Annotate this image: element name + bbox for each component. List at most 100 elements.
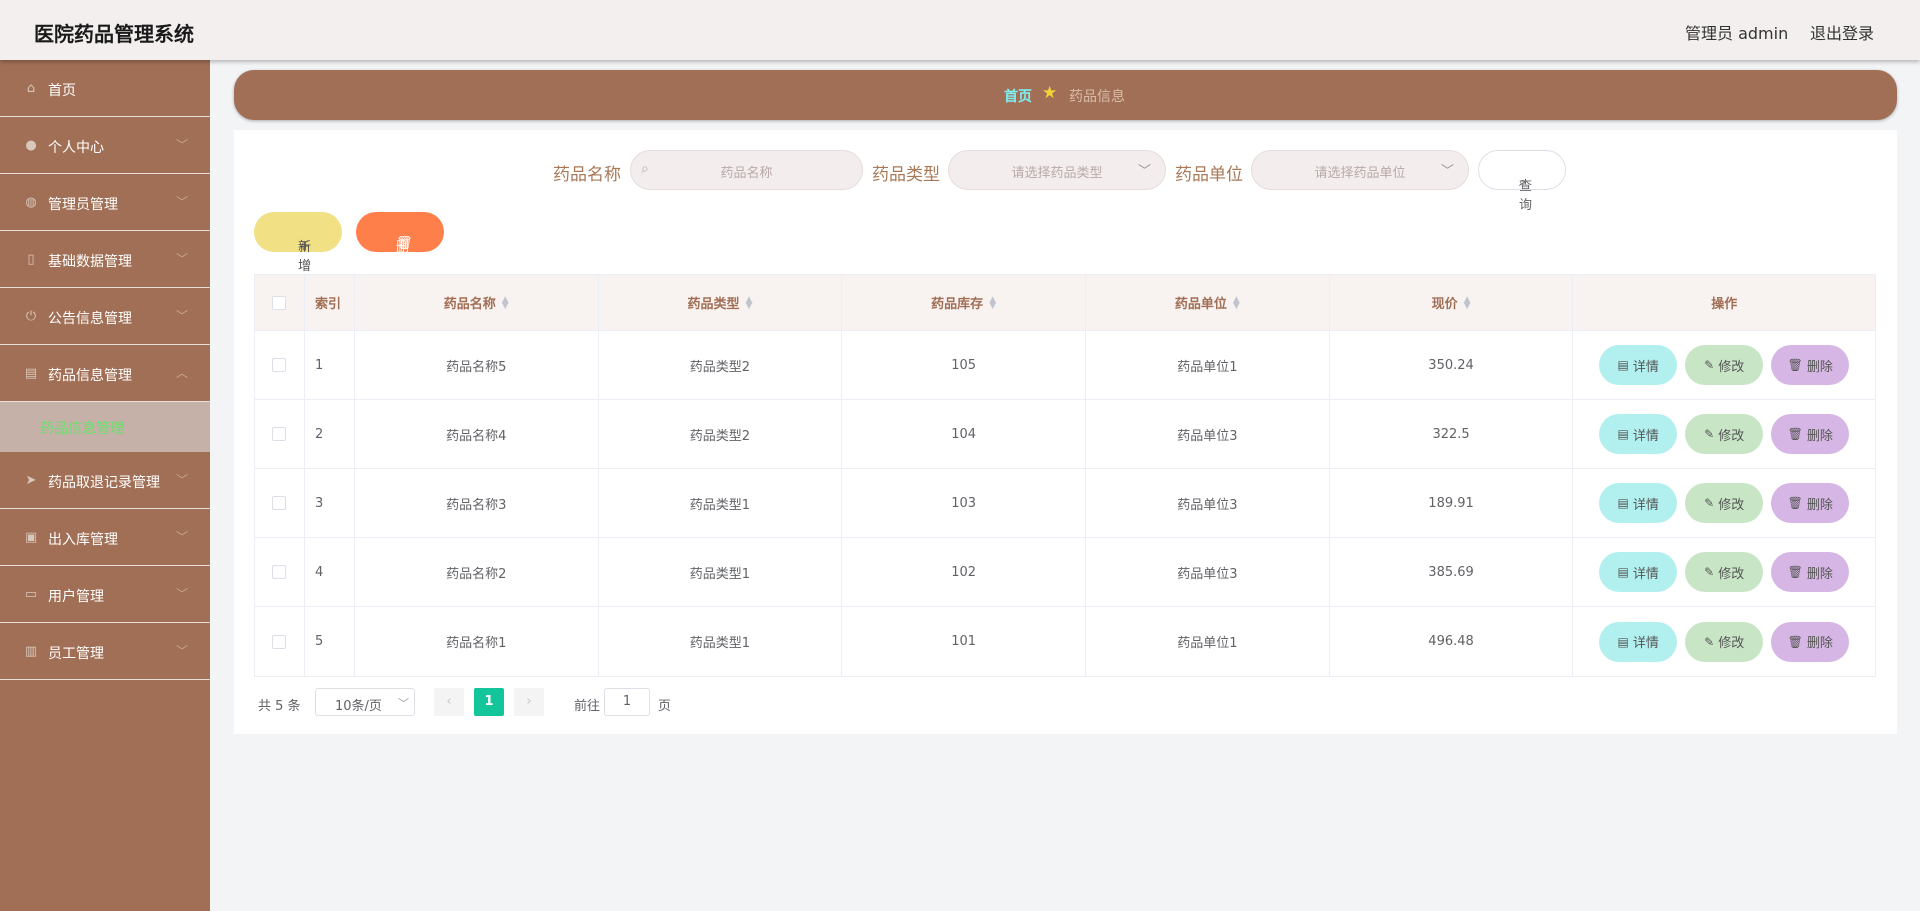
sort-icon[interactable]: ▲ ▼ <box>989 295 996 310</box>
batch-delete-label: 删除 <box>396 240 410 274</box>
detail-button[interactable]: ▤ 详情 <box>1599 483 1678 523</box>
cell-stock: 101 <box>842 607 1086 676</box>
sidebar-item-a1[interactable]: ● 个人中心 ﹀ <box>0 117 210 174</box>
edit-button[interactable]: ✎ 修改 <box>1685 345 1764 385</box>
batch-delete-button[interactable]: 🗑 删除 <box>356 212 444 274</box>
sort-icon[interactable]: ▲ ▼ <box>1233 295 1240 310</box>
delete-label: 删除 <box>1806 497 1833 513</box>
sidebar-item-b0[interactable]: ➤ 药品取退记录管理 ﹀ <box>0 452 210 509</box>
chevron-up-icon: ︿ <box>176 366 189 380</box>
page-size-select[interactable]: 10条/页 ﹀ <box>315 688 415 716</box>
cell-unit: 药品单位3 <box>1086 469 1330 537</box>
row-checkbox[interactable] <box>272 496 287 510</box>
sidebar-item-b3[interactable]: ▥ 员工管理 ﹀ <box>0 623 210 680</box>
trash-icon: 🗑 <box>1787 565 1803 579</box>
row-checkbox[interactable] <box>272 358 287 372</box>
row-checkbox[interactable] <box>272 427 287 441</box>
pencil-icon: ✎ <box>1704 358 1715 372</box>
delete-label: 删除 <box>1806 636 1833 651</box>
add-button[interactable]: ＋ 新增 <box>254 212 342 274</box>
edit-label: 修改 <box>1718 636 1745 651</box>
sidebar-item-label: 基础数据管理 <box>48 254 132 270</box>
column-header-name[interactable]: 药品名称 ▲ ▼ <box>355 275 599 330</box>
detail-label: 详情 <box>1632 636 1659 651</box>
delete-button[interactable]: 🗑 删除 <box>1771 552 1850 592</box>
sort-icon[interactable]: ▲ ▼ <box>745 295 752 310</box>
trash-icon: 🗑 <box>1787 496 1803 510</box>
delete-button[interactable]: 🗑 删除 <box>1771 414 1850 454</box>
cell-actions: ▤ 详情 ✎ 修改 🗑 删除 <box>1573 607 1875 676</box>
detail-button[interactable]: ▤ 详情 <box>1599 621 1678 662</box>
column-header-unit[interactable]: 药品单位 ▲ ▼ <box>1086 275 1330 330</box>
sidebar-item-b2[interactable]: ▭ 用户管理 ﹀ <box>0 566 210 623</box>
cell-name: 药品名称4 <box>355 400 599 468</box>
query-button[interactable]: 查询 ⌕ <box>1478 150 1566 213</box>
current-user: 管理员 admin <box>1685 24 1789 43</box>
edit-button[interactable]: ✎ 修改 <box>1685 552 1764 592</box>
settings-icon: ◍ <box>25 195 37 210</box>
cell-actions: ▤ 详情 ✎ 修改 🗑 删除 <box>1573 469 1875 537</box>
sort-icon[interactable]: ▲ ▼ <box>502 295 509 310</box>
breadcrumb-current: 药品信息 <box>1069 89 1125 105</box>
detail-button[interactable]: ▤ 详情 <box>1599 414 1678 454</box>
edit-button[interactable]: ✎ 修改 <box>1685 621 1764 662</box>
breadcrumb-home-link[interactable]: 首页 <box>1004 86 1032 106</box>
sort-icon[interactable]: ▲ ▼ <box>1464 295 1471 310</box>
column-header-price-label: 现价 <box>1431 297 1458 312</box>
detail-button[interactable]: ▤ 详情 <box>1599 552 1678 592</box>
row-checkbox[interactable] <box>272 634 287 649</box>
home-icon: ⌂ <box>26 81 36 96</box>
detail-button[interactable]: ▤ 详情 <box>1599 345 1678 385</box>
next-page-button[interactable]: › <box>514 688 544 716</box>
pencil-icon: ✎ <box>1704 634 1715 649</box>
page-suffix: 页 <box>658 699 672 714</box>
pencil-icon: ✎ <box>1704 565 1715 579</box>
column-header-unit-label: 药品单位 <box>1174 297 1227 312</box>
table-row: 5 药品名称1 药品类型1 101 药品单位1 496.48 ▤ 详情 ✎ 修改 🗑 删除 <box>255 607 1875 676</box>
drug-unit-select[interactable]: 请选择药品单位 ﹀ <box>1251 150 1469 190</box>
app-title: 医院药品管理系统 <box>34 22 194 46</box>
cell-type: 药品类型2 <box>599 331 843 399</box>
goto-page-input[interactable]: 1 <box>604 688 650 716</box>
row-checkbox[interactable] <box>272 565 287 579</box>
phone-icon: ▯ <box>27 252 35 267</box>
add-label: 新增 <box>298 240 312 274</box>
sidebar-item-b1[interactable]: ▣ 出入库管理 ﹀ <box>0 509 210 566</box>
drug-type-placeholder: 请选择药品类型 <box>1011 166 1103 181</box>
delete-button[interactable]: 🗑 删除 <box>1771 345 1850 385</box>
table-body: 1 药品名称5 药品类型2 105 药品单位1 350.24 ▤ 详情 ✎ 修改 🗑 删除 2 药品名称4… <box>255 331 1875 676</box>
drug-name-input[interactable]: ⌕ 药品名称 <box>630 150 863 190</box>
table-row: 1 药品名称5 药品类型2 105 药品单位1 350.24 ▤ 详情 ✎ 修改 🗑 删除 <box>255 331 1875 400</box>
delete-label: 删除 <box>1806 566 1833 582</box>
sidebar-item-a4[interactable]: ⏻ 公告信息管理 ﹀ <box>0 288 210 345</box>
sidebar-item-a3[interactable]: ▯ 基础数据管理 ﹀ <box>0 231 210 288</box>
drug-type-select[interactable]: 请选择药品类型 ﹀ <box>948 150 1166 190</box>
prev-page-button[interactable]: ‹ <box>434 688 464 716</box>
sidebar-item-a5[interactable]: ▤ 药品信息管理 ︿ <box>0 345 210 402</box>
column-header-stock[interactable]: 药品库存 ▲ ▼ <box>842 275 1086 330</box>
sidebar-item-a2[interactable]: ◍ 管理员管理 ﹀ <box>0 174 210 231</box>
edit-button[interactable]: ✎ 修改 <box>1685 414 1764 454</box>
chevron-down-icon: ﹀ <box>176 138 189 152</box>
logout-link[interactable]: 退出登录 <box>1810 20 1874 44</box>
column-header-index: 索引 <box>305 275 355 330</box>
cell-price: 385.69 <box>1330 538 1574 606</box>
column-header-name-label: 药品名称 <box>443 297 496 312</box>
page-number-current[interactable]: 1 <box>474 688 504 716</box>
chevron-down-icon: ﹀ <box>1440 164 1454 179</box>
briefcase-icon: ▭ <box>24 587 38 602</box>
select-all-checkbox[interactable] <box>272 295 287 310</box>
column-header-price[interactable]: 现价 ▲ ▼ <box>1330 275 1574 330</box>
delete-button[interactable]: 🗑 删除 <box>1771 621 1850 662</box>
sidebar-item-label: 出入库管理 <box>48 532 118 548</box>
delete-button[interactable]: 🗑 删除 <box>1771 483 1850 523</box>
chevron-down-icon: ﹀ <box>176 252 189 266</box>
column-header-type[interactable]: 药品类型 ▲ ▼ <box>599 275 843 330</box>
sidebar-item-label: 首页 <box>48 83 76 99</box>
sidebar-item-a0[interactable]: ⌂ 首页 <box>0 60 210 117</box>
user-icon: ● <box>25 138 37 153</box>
search-icon: ⌕ <box>1519 175 1527 190</box>
table-row: 4 药品名称2 药品类型1 102 药品单位3 385.69 ▤ 详情 ✎ 修改 🗑 删除 <box>255 538 1875 607</box>
edit-button[interactable]: ✎ 修改 <box>1685 483 1764 523</box>
submenu-item-drug-info[interactable]: 药品信息管理 <box>0 402 210 452</box>
